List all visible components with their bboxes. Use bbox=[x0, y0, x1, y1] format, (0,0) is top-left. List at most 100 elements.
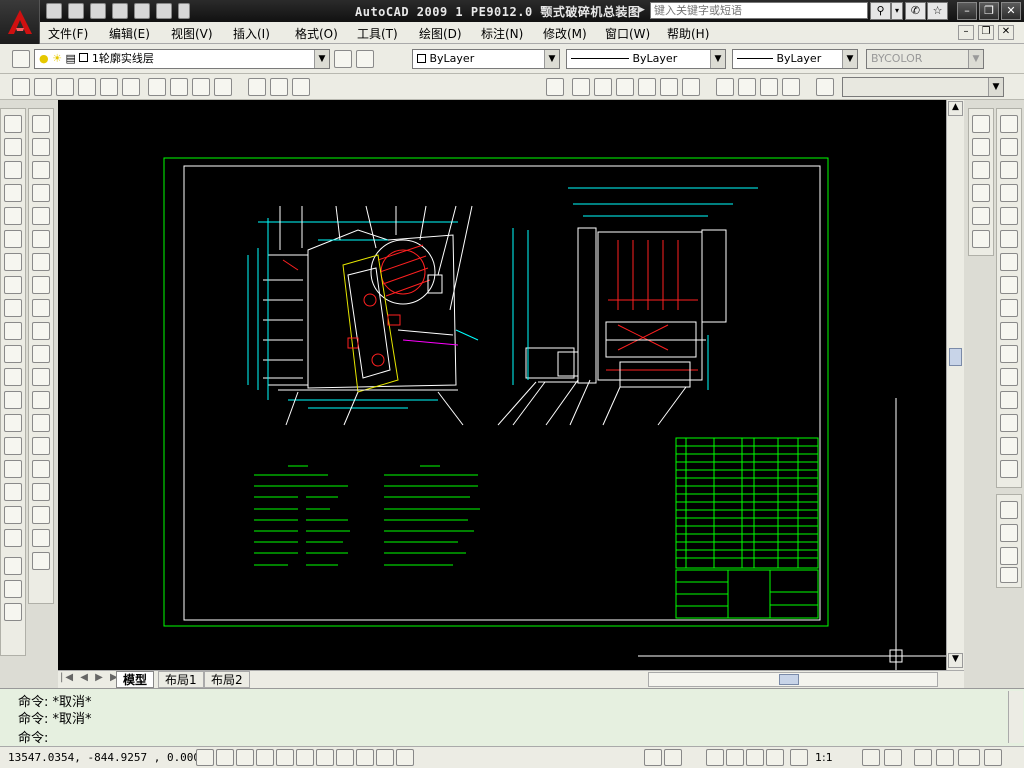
back-view-icon[interactable] bbox=[682, 78, 700, 96]
qnew-icon[interactable] bbox=[46, 3, 62, 19]
bottom-view-icon[interactable] bbox=[594, 78, 612, 96]
ordinate-dimension-icon[interactable] bbox=[32, 184, 50, 202]
command-prompt[interactable]: 命令: bbox=[18, 727, 48, 746]
expand-arrow-icon[interactable]: ▶ bbox=[638, 5, 645, 15]
pan-icon[interactable] bbox=[4, 557, 22, 575]
nw-iso-icon[interactable] bbox=[782, 78, 800, 96]
torus-icon[interactable] bbox=[122, 78, 140, 96]
list-icon[interactable] bbox=[972, 184, 990, 202]
fillet-icon[interactable] bbox=[1000, 460, 1018, 478]
status-menu-icon[interactable] bbox=[984, 749, 1002, 766]
extrude-icon[interactable] bbox=[148, 78, 166, 96]
front-view-icon[interactable] bbox=[660, 78, 678, 96]
horizontal-scrollbar[interactable] bbox=[648, 672, 938, 687]
region-icon[interactable] bbox=[4, 483, 22, 501]
point-icon[interactable] bbox=[4, 414, 22, 432]
dynamic-input-icon[interactable] bbox=[336, 749, 354, 766]
model-space-icon[interactable] bbox=[396, 749, 414, 766]
sw-iso-icon[interactable] bbox=[716, 78, 734, 96]
quick-access-dropdown-icon[interactable] bbox=[178, 3, 190, 19]
baseline-dimension-icon[interactable] bbox=[32, 322, 50, 340]
trim-icon[interactable] bbox=[1000, 322, 1018, 340]
gradient-icon[interactable] bbox=[4, 460, 22, 478]
redo-icon[interactable] bbox=[156, 3, 172, 19]
model-icon[interactable] bbox=[644, 749, 662, 766]
properties-icon[interactable] bbox=[972, 230, 990, 248]
center-mark-icon[interactable] bbox=[32, 437, 50, 455]
send-under-icon[interactable] bbox=[1000, 567, 1018, 583]
line-icon[interactable] bbox=[4, 115, 22, 133]
area-icon[interactable] bbox=[972, 138, 990, 156]
ortho-mode-icon[interactable] bbox=[236, 749, 254, 766]
drawing-canvas[interactable] bbox=[58, 100, 946, 670]
scroll-down-icon[interactable]: ▼ bbox=[948, 653, 963, 668]
object-snap-tracking-icon[interactable] bbox=[296, 749, 314, 766]
multiline-text-icon[interactable] bbox=[4, 529, 22, 547]
revolve-icon[interactable] bbox=[214, 78, 232, 96]
right-view-icon[interactable] bbox=[638, 78, 656, 96]
menu-dimension[interactable]: 标注(N) bbox=[481, 25, 523, 42]
aligned-dimension-icon[interactable] bbox=[32, 138, 50, 156]
steering-wheel-icon[interactable] bbox=[746, 749, 764, 766]
circle-icon[interactable] bbox=[4, 253, 22, 271]
sphere-icon[interactable] bbox=[78, 78, 96, 96]
mirror-icon[interactable] bbox=[1000, 161, 1018, 179]
menu-view[interactable]: 视图(V) bbox=[171, 25, 213, 42]
showmotion-icon[interactable] bbox=[766, 749, 784, 766]
rotate-icon[interactable] bbox=[1000, 253, 1018, 271]
make-block-icon[interactable] bbox=[4, 391, 22, 409]
workspace-switching-icon[interactable] bbox=[914, 749, 932, 766]
menu-edit[interactable]: 编辑(E) bbox=[109, 25, 150, 42]
bring-above-icon[interactable] bbox=[1000, 547, 1018, 565]
named-views-icon[interactable] bbox=[546, 78, 564, 96]
menu-tools[interactable]: 工具(T) bbox=[357, 25, 398, 42]
quick-dimension-icon[interactable] bbox=[32, 299, 50, 317]
intersect-icon[interactable] bbox=[292, 78, 310, 96]
polygon-icon[interactable] bbox=[4, 184, 22, 202]
distance-icon[interactable] bbox=[972, 115, 990, 133]
arc-icon[interactable] bbox=[4, 230, 22, 248]
spline-icon[interactable] bbox=[4, 299, 22, 317]
locate-point-icon[interactable] bbox=[972, 207, 990, 225]
dimension-update-icon[interactable] bbox=[32, 552, 50, 570]
bring-to-front-icon[interactable] bbox=[1000, 501, 1018, 519]
chevron-down-icon[interactable]: ▼ bbox=[544, 50, 559, 68]
clean-screen-icon[interactable] bbox=[958, 749, 980, 766]
layout-icon[interactable] bbox=[664, 749, 682, 766]
menu-help[interactable]: 帮助(H) bbox=[667, 25, 709, 42]
lineweight-combo[interactable]: ByLayer ▼ bbox=[732, 49, 858, 69]
pan-status-icon[interactable] bbox=[706, 749, 724, 766]
hatch-icon[interactable] bbox=[4, 437, 22, 455]
favorites-star-icon[interactable]: ☆ bbox=[927, 2, 948, 20]
annotation-scale-icon[interactable] bbox=[790, 749, 808, 766]
box-icon[interactable] bbox=[12, 78, 30, 96]
polyline-icon[interactable] bbox=[4, 161, 22, 179]
annotation-visibility-icon[interactable] bbox=[862, 749, 880, 766]
jogged-dimension-icon[interactable] bbox=[32, 230, 50, 248]
insert-block-icon[interactable] bbox=[4, 368, 22, 386]
doc-minimize-button[interactable]: – bbox=[958, 25, 974, 40]
union-icon[interactable] bbox=[248, 78, 266, 96]
save-icon[interactable] bbox=[90, 3, 106, 19]
construction-line-icon[interactable] bbox=[4, 138, 22, 156]
revision-cloud-icon[interactable] bbox=[4, 276, 22, 294]
doc-restore-button[interactable]: ❐ bbox=[978, 25, 994, 40]
inspection-icon[interactable] bbox=[32, 460, 50, 478]
menu-format[interactable]: 格式(O) bbox=[295, 25, 338, 42]
open-folder-icon[interactable] bbox=[68, 3, 84, 19]
dimension-break-icon[interactable] bbox=[32, 391, 50, 409]
join-icon[interactable] bbox=[1000, 414, 1018, 432]
communication-center-icon[interactable]: ✆ bbox=[905, 2, 926, 20]
chevron-down-icon[interactable]: ▼ bbox=[842, 50, 857, 68]
coordinate-readout[interactable]: 13547.0354, -844.9257 , 0.0000 bbox=[8, 751, 207, 764]
erase-icon[interactable] bbox=[1000, 115, 1018, 133]
continue-dimension-icon[interactable] bbox=[32, 345, 50, 363]
region-mass-icon[interactable] bbox=[972, 161, 990, 179]
top-view-icon[interactable] bbox=[572, 78, 590, 96]
rectangle-icon[interactable] bbox=[4, 207, 22, 225]
scroll-thumb[interactable] bbox=[949, 348, 962, 366]
extend-icon[interactable] bbox=[1000, 345, 1018, 363]
sweep-icon[interactable] bbox=[192, 78, 210, 96]
offset-icon[interactable] bbox=[1000, 184, 1018, 202]
jogged-linear-icon[interactable] bbox=[32, 483, 50, 501]
